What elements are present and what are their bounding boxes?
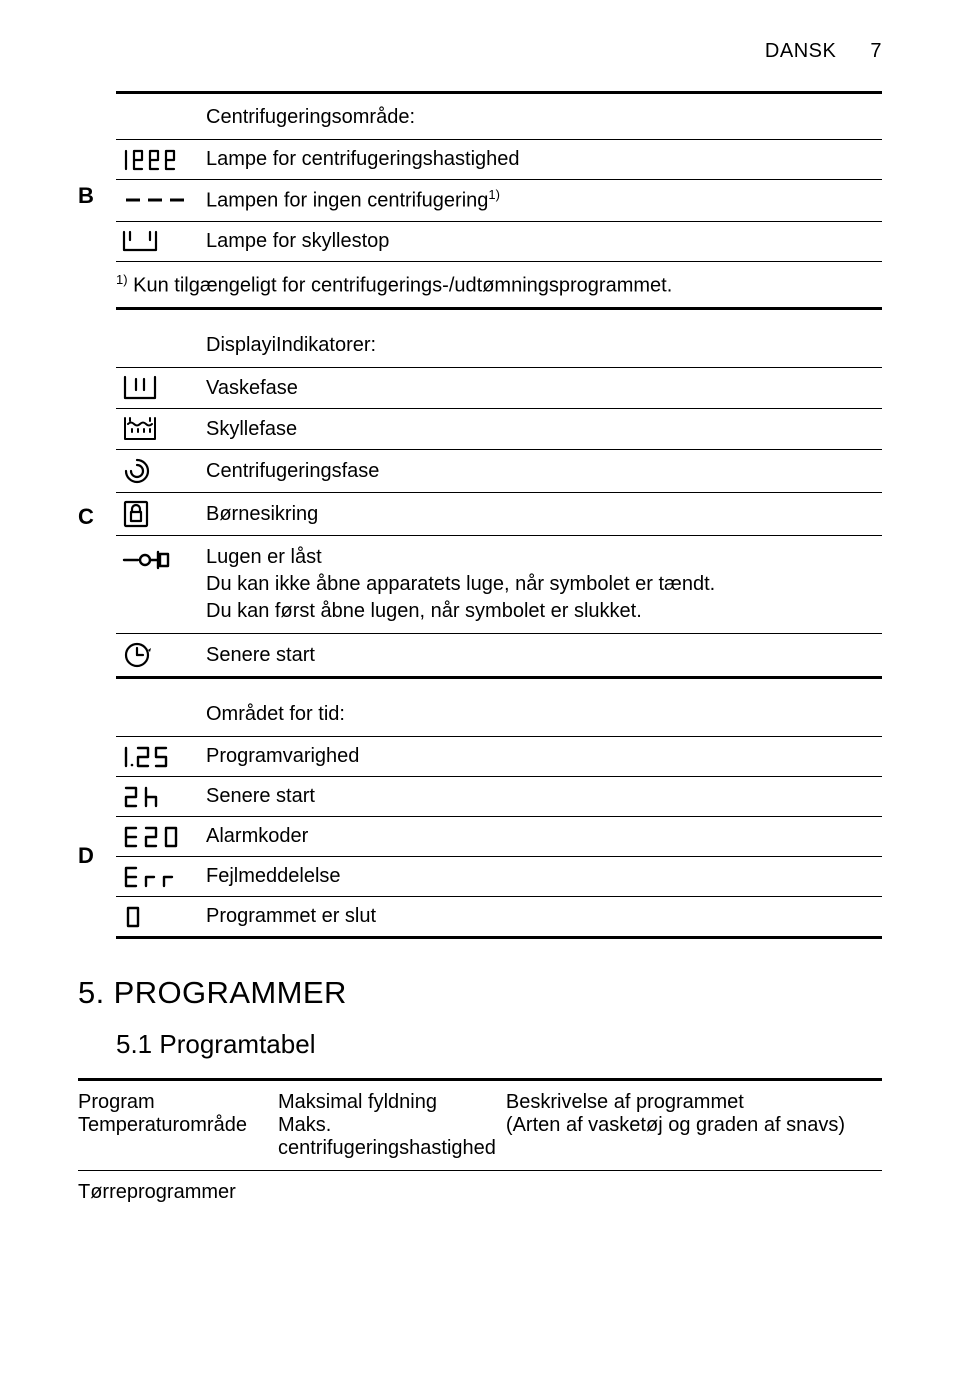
delay-start-clock-icon (116, 640, 206, 670)
section-b-footnote: 1) Kun tilgængeligt for centrifugerings-… (116, 261, 882, 308)
spin-speed-lamp-label: Lampe for centrifugeringshastighed (206, 146, 882, 173)
alarm-code-digits-icon (116, 824, 206, 850)
program-end-label: Programmet er slut (206, 903, 882, 930)
error-message-digits-icon (116, 864, 206, 890)
section-letter-c: C (78, 504, 94, 530)
chapter-heading: 5. PROGRAMMER (78, 975, 882, 1011)
subchapter-number: 5.1 (116, 1029, 152, 1059)
rinse-phase-icon (116, 415, 206, 443)
section-c: DisplayiIndikatorer: Vaskefase Skyllefas… (116, 328, 882, 679)
wash-phase-icon (116, 374, 206, 402)
spin-speed-digits-icon (116, 147, 206, 173)
page-header: DANSK 7 (78, 40, 882, 63)
progtable-col2: Maksimal fyldning Maks. centrifugeringsh… (278, 1091, 506, 1160)
rinse-phase-label: Skyllefase (206, 416, 882, 443)
program-table: Program Temperaturområde Maksimal fyldni… (78, 1078, 882, 1214)
section-d: Området for tid: Programvarighed D Sener… (116, 697, 882, 939)
door-locked-label: Lugen er låst Du kan ikke åbne apparatet… (206, 544, 882, 625)
no-spin-dashes-icon (116, 193, 206, 207)
section-d-title: Området for tid: (206, 701, 882, 728)
progtable-col1: Program Temperaturområde (78, 1091, 278, 1160)
subchapter-title: Programtabel (159, 1029, 315, 1059)
drying-programs-row: Tørreprogrammer (78, 1170, 882, 1214)
no-spin-lamp-label: Lampen for ingen centrifugering1) (206, 186, 882, 215)
progtable-col3: Beskrivelse af programmet (Arten af vask… (506, 1091, 882, 1160)
child-lock-icon (116, 499, 206, 529)
wash-phase-label: Vaskefase (206, 375, 882, 402)
section-c-title: DisplayiIndikatorer: (206, 332, 882, 359)
section-letter-d: D (78, 843, 94, 869)
doc-language: DANSK (765, 40, 836, 63)
subchapter-heading: 5.1 Programtabel (116, 1029, 882, 1060)
door-locked-icon (116, 544, 206, 572)
alarm-codes-label: Alarmkoder (206, 823, 882, 850)
section-b: Centrifugeringsområde: B Lampe for centr… (116, 91, 882, 310)
spin-phase-icon (116, 456, 206, 486)
rinse-hold-lamp-label: Lampe for skyllestop (206, 228, 882, 255)
rinse-hold-basin-icon (116, 228, 206, 254)
chapter-title: PROGRAMMER (114, 975, 347, 1010)
delay-start-d-label: Senere start (206, 783, 882, 810)
delay-hours-digits-icon (116, 784, 206, 810)
chapter-number: 5. (78, 975, 105, 1010)
program-duration-label: Programvarighed (206, 743, 882, 770)
child-lock-label: Børnesikring (206, 501, 882, 528)
delay-start-label: Senere start (206, 642, 882, 669)
page-number: 7 (870, 40, 882, 63)
duration-digits-icon (116, 744, 206, 770)
error-message-label: Fejlmeddelelse (206, 863, 882, 890)
program-end-digit-icon (116, 904, 206, 930)
spin-phase-label: Centrifugeringsfase (206, 458, 882, 485)
section-b-title: Centrifugeringsområde: (206, 104, 882, 131)
section-letter-b: B (78, 183, 94, 209)
